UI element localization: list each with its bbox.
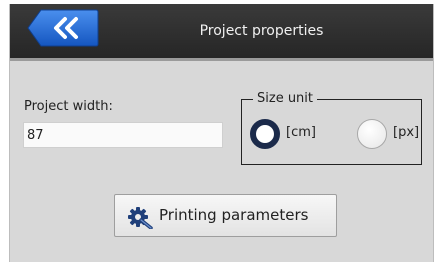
printing-parameters-button[interactable]: Printing parameters (114, 194, 337, 237)
double-chevron-left-icon (27, 9, 99, 47)
project-properties-window: Project properties Project width: Size u… (9, 4, 434, 262)
radio-cm[interactable] (250, 119, 280, 149)
project-width-input[interactable] (23, 122, 223, 148)
radio-px-label[interactable]: [px] (393, 125, 419, 140)
radio-cm-label[interactable]: [cm] (286, 125, 316, 140)
radio-px[interactable] (357, 119, 387, 149)
size-unit-group: Size unit [cm] [px] (241, 91, 422, 165)
back-button[interactable] (27, 9, 99, 47)
page-title: Project properties (199, 23, 324, 39)
size-unit-legend: Size unit (253, 91, 318, 106)
project-width-label: Project width: (24, 99, 113, 114)
title-bar: Project properties (10, 4, 433, 61)
printing-parameters-label: Printing parameters (159, 206, 309, 224)
gear-wrench-icon (128, 207, 153, 229)
